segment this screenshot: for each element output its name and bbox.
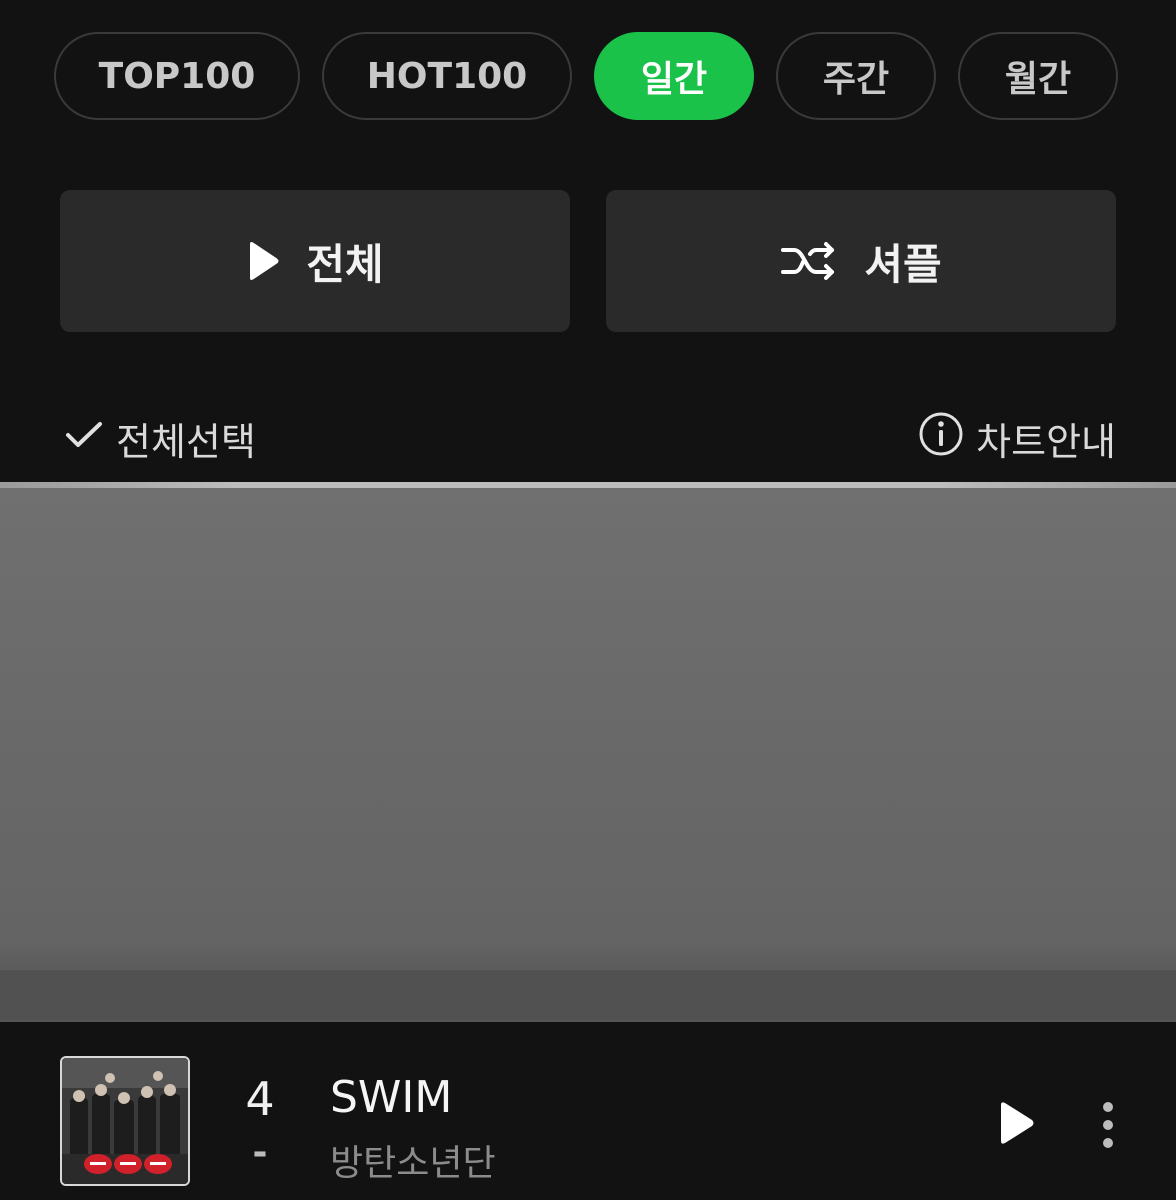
list-header: 전체선택 차트안내 (64, 410, 1116, 466)
play-icon (246, 240, 280, 282)
album-art[interactable] (60, 1056, 190, 1186)
shuffle-button[interactable]: 셔플 (606, 190, 1116, 332)
select-all-label: 전체선택 (116, 419, 256, 464)
shuffle-icon (780, 241, 838, 281)
banner-top-edge (0, 482, 1176, 488)
song-title[interactable]: SWIM (330, 1072, 452, 1123)
song-rank: 4 (245, 1072, 275, 1126)
tab-daily[interactable]: 일간 (594, 32, 754, 120)
banner-bottom-edge (0, 970, 1176, 1020)
song-row[interactable]: 4 - SWIM 방탄소년단 (60, 1056, 1140, 1192)
tab-monthly[interactable]: 월간 (958, 32, 1118, 120)
play-all-label: 전체 (306, 239, 384, 289)
tab-hot100[interactable]: HOT100 (322, 32, 572, 120)
select-all-button[interactable]: 전체선택 (64, 411, 256, 466)
rank-change: - (252, 1132, 268, 1173)
more-vertical-icon (1100, 1102, 1116, 1154)
tab-weekly[interactable]: 주간 (776, 32, 936, 120)
play-icon (996, 1102, 1036, 1150)
chart-info-label: 차트안내 (976, 419, 1116, 464)
song-more-button[interactable] (1100, 1100, 1116, 1154)
song-play-button[interactable] (996, 1100, 1036, 1150)
banner-placeholder (0, 482, 1176, 1022)
shuffle-label: 셔플 (864, 239, 942, 289)
playback-actions: 전체 셔플 (60, 190, 1116, 332)
tab-top100[interactable]: TOP100 (54, 32, 300, 120)
chart-info-button[interactable]: 차트안내 (918, 411, 1116, 466)
chart-page: TOP100 HOT100 일간 주간 월간 전체 셔플 전체선택 차트안내 4… (0, 0, 1176, 1200)
chart-period-tabs: TOP100 HOT100 일간 주간 월간 (54, 32, 1118, 120)
song-artist[interactable]: 방탄소년단 (330, 1134, 496, 1186)
check-icon (64, 416, 104, 460)
info-icon (918, 411, 964, 466)
play-all-button[interactable]: 전체 (60, 190, 570, 332)
